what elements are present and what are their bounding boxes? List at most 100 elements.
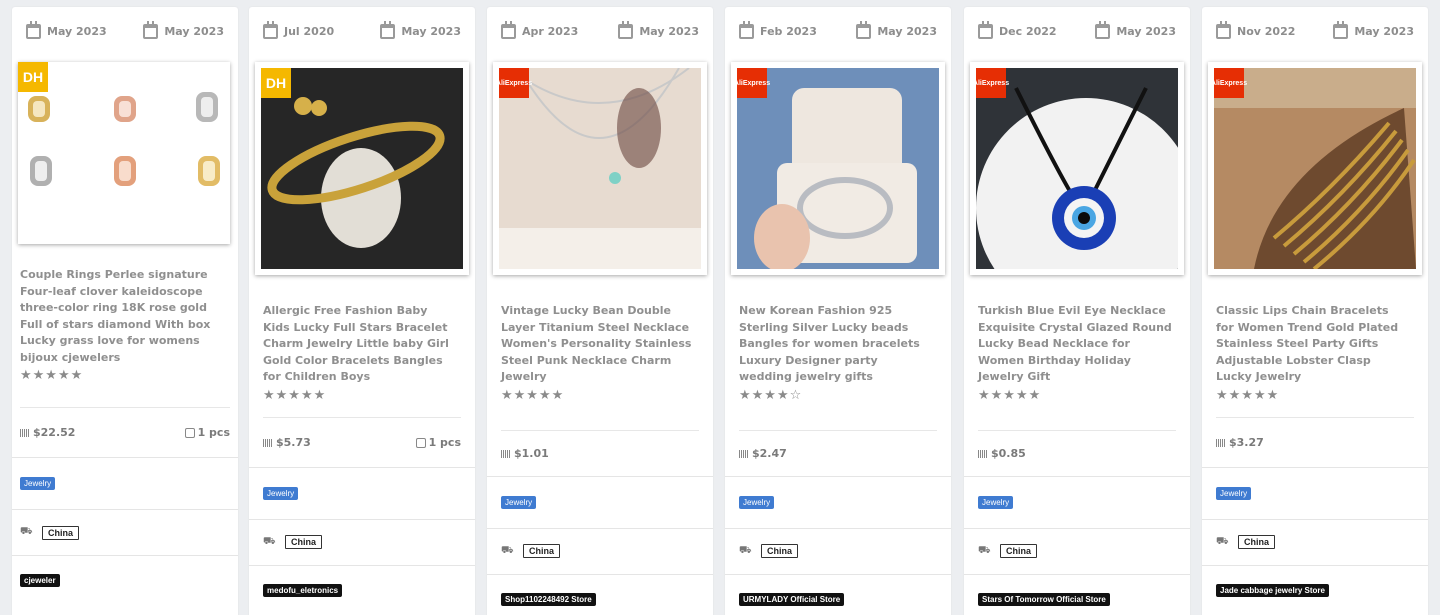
shipping-truck-icon: ⛟ xyxy=(978,544,991,556)
rating-stars: ★★★★★ xyxy=(20,368,84,383)
store-tag[interactable]: Shop1102248492 Store xyxy=(501,592,596,606)
date-row: Nov 2022 May 2023 xyxy=(1202,7,1428,55)
package-icon xyxy=(415,437,426,448)
price: $22.52 xyxy=(33,426,76,439)
calendar-icon xyxy=(143,20,159,39)
category-tag[interactable]: Jewelry xyxy=(978,495,1014,509)
product-card[interactable]: Apr 2023 May 2023 AliExpress Vintage Luc… xyxy=(487,7,713,615)
country-tag[interactable]: China xyxy=(1238,535,1276,549)
store-tag[interactable]: URMYLADY Official Store xyxy=(739,592,845,606)
calendar-icon xyxy=(856,20,872,39)
aliexpress-logo-icon: AliExpress xyxy=(1214,68,1247,98)
calendar-icon xyxy=(739,20,754,39)
product-card[interactable]: May 2023 May 2023 DH Couple Rings Perlee… xyxy=(12,7,238,615)
chain-bracelets-image xyxy=(1214,68,1416,269)
country-tag[interactable]: China xyxy=(285,535,323,549)
product-image[interactable]: AliExpress xyxy=(1208,62,1422,275)
date-row: Feb 2023 May 2023 xyxy=(725,7,951,55)
last-seen-date: May 2023 xyxy=(164,24,224,38)
price-row: $22.52 1 pcs xyxy=(20,407,230,457)
calendar-icon xyxy=(1216,20,1231,39)
price-row: $3.27 xyxy=(1216,416,1414,467)
rating-stars: ★★★★☆ xyxy=(739,387,803,403)
date-row: May 2023 May 2023 xyxy=(12,7,238,55)
first-seen-date: Feb 2023 xyxy=(760,24,817,38)
product-image[interactable]: DH xyxy=(255,62,469,275)
barcode-icon xyxy=(263,438,273,447)
product-image[interactable]: DH xyxy=(18,62,230,244)
product-image[interactable]: AliExpress xyxy=(731,62,945,275)
product-card[interactable]: Jul 2020 May 2023 DH Allergic Free Fashi… xyxy=(249,7,475,615)
rating-stars: ★★★★★ xyxy=(1216,387,1280,403)
bracelet-image xyxy=(261,68,463,269)
dhgate-logo-icon: DH xyxy=(18,62,48,92)
product-title[interactable]: Classic Lips Chain Bracelets for Women T… xyxy=(1202,303,1428,386)
calendar-icon xyxy=(501,20,516,39)
store-tag[interactable]: Stars Of Tomorrow Official Store xyxy=(978,592,1110,606)
shipping-truck-icon: ⛟ xyxy=(20,526,33,537)
last-seen-date: May 2023 xyxy=(1354,24,1414,38)
product-title[interactable]: Allergic Free Fashion Baby Kids Lucky Fu… xyxy=(249,303,475,386)
barcode-icon xyxy=(1216,438,1226,447)
country-tag[interactable]: China xyxy=(523,544,561,558)
first-seen-date: Nov 2022 xyxy=(1237,24,1296,38)
category-tag[interactable]: Jewelry xyxy=(263,486,299,500)
country-tag[interactable]: China xyxy=(761,544,799,558)
calendar-icon xyxy=(978,20,993,39)
country-tag[interactable]: China xyxy=(42,525,80,540)
shipping-truck-icon: ⛟ xyxy=(263,535,276,547)
shipping-truck-icon: ⛟ xyxy=(739,544,752,556)
last-seen-date: May 2023 xyxy=(877,24,937,38)
date-row: Apr 2023 May 2023 xyxy=(487,7,713,55)
price-row: $1.01 xyxy=(501,429,699,476)
product-title[interactable]: Vintage Lucky Bean Double Layer Titanium… xyxy=(487,303,713,386)
price: $1.01 xyxy=(514,446,549,460)
barcode-icon xyxy=(739,449,749,458)
first-seen-date: Jul 2020 xyxy=(284,24,335,38)
bangle-box-image xyxy=(737,68,939,269)
product-title[interactable]: Turkish Blue Evil Eye Necklace Exquisite… xyxy=(964,303,1190,386)
rating-stars: ★★★★★ xyxy=(501,387,565,403)
price: $3.27 xyxy=(1229,435,1264,449)
price: $2.47 xyxy=(752,446,787,460)
barcode-icon xyxy=(978,449,988,458)
calendar-icon xyxy=(1095,20,1111,39)
category-tag[interactable]: Jewelry xyxy=(501,495,537,509)
aliexpress-logo-icon: AliExpress xyxy=(737,68,770,98)
shipping-truck-icon: ⛟ xyxy=(501,544,514,556)
last-seen-date: May 2023 xyxy=(401,24,461,38)
product-image[interactable]: AliExpress xyxy=(970,62,1184,275)
store-tag[interactable]: medofu_eletronics xyxy=(263,583,343,597)
product-card[interactable]: Feb 2023 May 2023 AliExpress New Korean … xyxy=(725,7,951,615)
rating-stars: ★★★★★ xyxy=(263,387,327,403)
evil-eye-necklace-image xyxy=(976,68,1178,269)
aliexpress-logo-icon: AliExpress xyxy=(499,68,532,98)
product-image[interactable]: AliExpress xyxy=(493,62,707,275)
store-tag[interactable]: Jade cabbage jewelry Store xyxy=(1216,583,1329,597)
store-tag[interactable]: cjeweler xyxy=(20,574,60,587)
date-row: Jul 2020 May 2023 xyxy=(249,7,475,55)
category-tag[interactable]: Jewelry xyxy=(739,495,775,509)
rings-image xyxy=(28,92,220,186)
price-row: $0.85 xyxy=(978,429,1176,476)
shipping-truck-icon: ⛟ xyxy=(1216,535,1229,547)
product-card[interactable]: Dec 2022 May 2023 AliExpress Turkish Blu… xyxy=(964,7,1190,615)
calendar-icon xyxy=(26,20,41,39)
price-row: $2.47 xyxy=(739,429,937,476)
first-seen-date: May 2023 xyxy=(47,24,107,38)
calendar-icon xyxy=(263,20,278,39)
product-title[interactable]: New Korean Fashion 925 Sterling Silver L… xyxy=(725,303,951,386)
last-seen-date: May 2023 xyxy=(639,24,699,38)
product-title[interactable]: Couple Rings Perlee signature Four-leaf … xyxy=(12,267,238,366)
package-icon xyxy=(184,428,195,438)
country-tag[interactable]: China xyxy=(1000,544,1038,558)
barcode-icon xyxy=(501,449,511,458)
product-card[interactable]: Nov 2022 May 2023 AliExpress Classic Lip… xyxy=(1202,7,1428,615)
necklace-image xyxy=(499,68,701,269)
category-tag[interactable]: Jewelry xyxy=(20,477,56,490)
dhgate-logo-icon: DH xyxy=(261,68,291,98)
aliexpress-logo-icon: AliExpress xyxy=(976,68,1009,98)
category-tag[interactable]: Jewelry xyxy=(1216,486,1252,500)
calendar-icon xyxy=(380,20,396,39)
first-seen-date: Dec 2022 xyxy=(999,24,1057,38)
